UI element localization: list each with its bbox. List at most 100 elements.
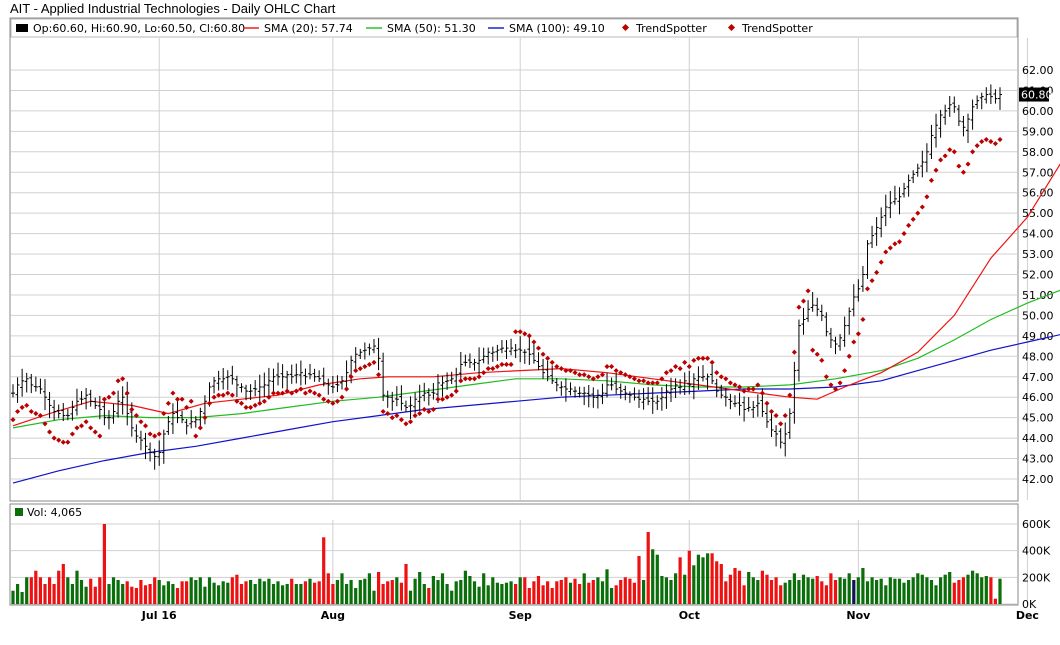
- volume-bar: [244, 581, 248, 604]
- volume-bar: [139, 580, 143, 604]
- volume-bar: [294, 584, 298, 604]
- volume-bar: [742, 585, 746, 604]
- volume-bar: [674, 573, 678, 604]
- trendspotter-legend-text-2: TrendSpotter: [741, 22, 813, 35]
- volume-bar: [934, 585, 938, 604]
- volume-bar: [660, 576, 664, 604]
- sma50-legend-text: SMA (50): 51.30: [387, 22, 476, 35]
- volume-bar: [564, 577, 568, 604]
- volume-bar: [692, 565, 696, 604]
- volume-bar: [847, 573, 851, 604]
- volume-bar: [331, 584, 335, 604]
- volume-bar: [774, 577, 778, 604]
- volume-bar: [162, 585, 166, 604]
- price-tick-label: 49.00: [1022, 330, 1054, 343]
- volume-bar: [84, 586, 88, 604]
- volume-bar: [299, 584, 303, 604]
- volume-bar: [271, 584, 276, 604]
- volume-bar: [34, 570, 38, 604]
- volume-bar: [175, 588, 180, 604]
- price-tick-label: 48.00: [1022, 350, 1054, 363]
- sma100-legend-text: SMA (100): 49.10: [509, 22, 605, 35]
- volume-bar: [879, 578, 883, 604]
- volume-bar: [418, 572, 422, 604]
- price-tick-label: 59.00: [1022, 125, 1054, 138]
- x-axis: Jul 16 Aug Sep Oct Nov Dec: [141, 609, 1039, 622]
- volume-bar: [25, 577, 29, 604]
- volume-bar: [116, 580, 120, 604]
- volume-bar: [829, 573, 833, 604]
- volume-bar: [349, 580, 353, 604]
- price-tick-label: 57.00: [1022, 166, 1054, 179]
- volume-bar: [386, 581, 390, 604]
- volume-bar: [916, 573, 920, 604]
- volume-bar: [504, 582, 509, 604]
- volume-bar: [367, 573, 371, 604]
- volume-bar: [797, 580, 801, 604]
- volume-bar: [943, 574, 947, 604]
- volume-bar: [431, 576, 435, 604]
- volume-bar: [52, 584, 56, 604]
- volume-bar: [806, 577, 810, 604]
- volume-bar: [29, 577, 33, 604]
- volume-bar: [75, 570, 79, 604]
- volume-bar: [614, 585, 618, 604]
- volume-bar: [463, 570, 467, 604]
- sma20-legend-text: SMA (20): 57.74: [264, 22, 353, 35]
- volume-bar: [203, 586, 207, 604]
- volume-bar: [258, 578, 262, 604]
- volume-bar: [619, 580, 623, 604]
- price-tick-label: 44.00: [1022, 432, 1054, 445]
- volume-bar: [591, 580, 595, 604]
- volume-bar: [436, 580, 440, 604]
- volume-bar: [893, 578, 897, 604]
- volume-bar: [756, 580, 760, 604]
- volume-bar: [226, 582, 230, 604]
- volume-bar: [308, 578, 312, 604]
- volume-bar: [833, 580, 838, 604]
- volume-bar: [984, 576, 988, 604]
- volume-bar: [632, 582, 636, 604]
- price-tick-label: 51.00: [1022, 289, 1054, 302]
- volume-bar: [16, 584, 20, 604]
- volume-bar: [153, 577, 157, 604]
- volume-bar: [610, 588, 614, 604]
- volume-bar: [157, 580, 161, 604]
- volume-bar: [993, 598, 997, 604]
- last-price-label: 60.80: [1019, 87, 1053, 102]
- volume-bar: [939, 577, 943, 604]
- volume-bar: [111, 577, 116, 604]
- volume-bar: [523, 577, 527, 604]
- volume-bar: [811, 578, 815, 604]
- ohlc-chart: Op:60.60, Hi:60.90, Lo:60.50, Cl:60.80 S…: [9, 17, 1060, 622]
- volume-bar: [171, 584, 175, 604]
- volume-bar: [642, 580, 646, 604]
- volume-bar: [450, 590, 454, 604]
- volume-bar: [399, 582, 403, 604]
- price-tick-label: 53.00: [1022, 248, 1054, 261]
- volume-bar: [408, 590, 413, 604]
- volume-bar: [971, 570, 975, 604]
- volume-bar: [623, 577, 627, 604]
- volume-bar: [130, 586, 134, 604]
- volume-bar: [605, 569, 609, 604]
- volume-bar: [285, 584, 289, 604]
- volume-bar: [856, 577, 860, 604]
- price-tick-label: 62.00: [1022, 64, 1054, 77]
- volume-bar: [185, 581, 189, 604]
- volume-bar: [751, 577, 755, 604]
- volume-bar: [404, 564, 408, 604]
- volume-bar: [79, 580, 84, 604]
- price-tick-label: 43.00: [1022, 453, 1054, 466]
- volume-bar: [262, 581, 266, 604]
- volume-bar: [715, 561, 719, 604]
- volume-bar: [966, 574, 970, 604]
- volume-bar: [541, 585, 545, 604]
- volume-bar: [550, 588, 554, 604]
- volume-bar: [281, 585, 285, 604]
- price-tick-label: 60.00: [1022, 105, 1054, 118]
- volume-bar: [427, 588, 431, 604]
- x-tick-label: Sep: [509, 609, 532, 622]
- volume-bar: [701, 557, 705, 604]
- volume-bar: [843, 578, 847, 604]
